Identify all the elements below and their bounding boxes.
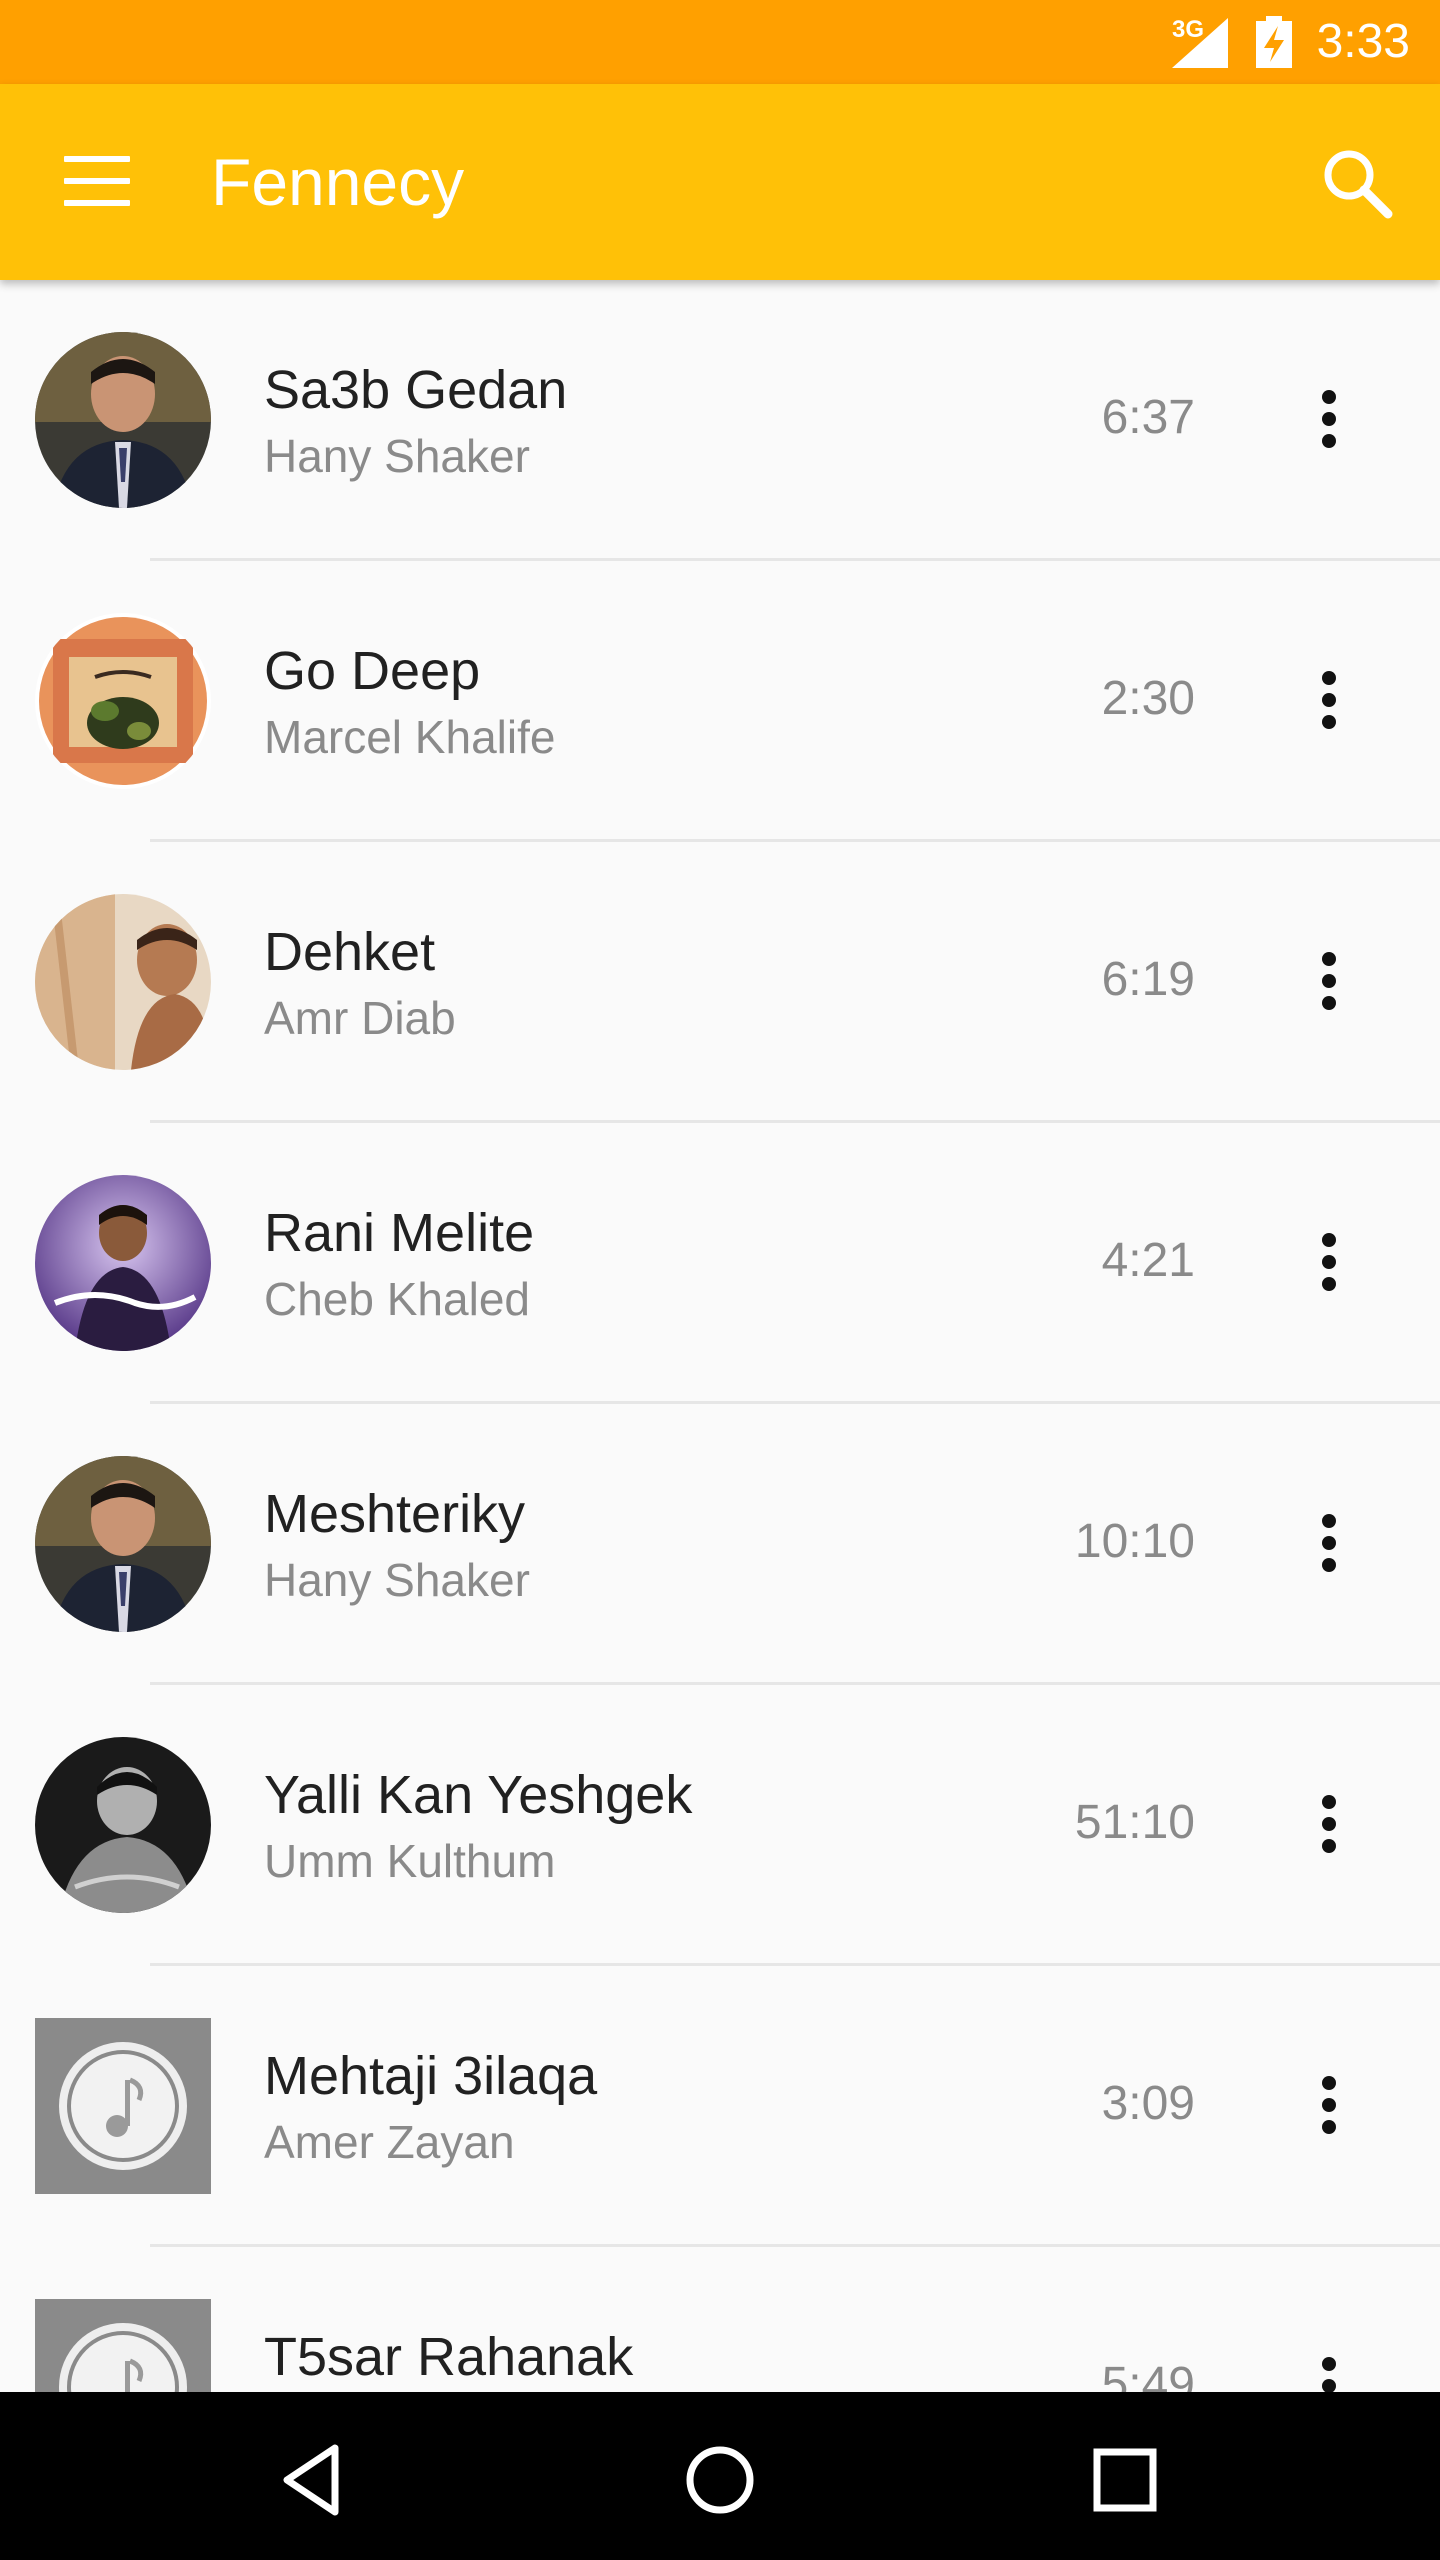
more-options-icon[interactable]: [1298, 2347, 1358, 2392]
signal-icon: [1172, 18, 1228, 68]
song-artist: Amr Diab: [264, 992, 456, 1044]
song-duration: 4:21: [1101, 1234, 1195, 1287]
song-duration: 6:37: [1101, 391, 1195, 444]
song-list-item[interactable]: T5sar Rahanak 5:49: [0, 2247, 1440, 2392]
recents-square-icon[interactable]: [1075, 2430, 1175, 2530]
more-options-icon[interactable]: [1298, 942, 1358, 1022]
song-duration: 51:10: [1074, 1796, 1195, 1849]
more-options-icon[interactable]: [1298, 2066, 1358, 2146]
more-options-icon[interactable]: [1298, 1223, 1358, 1303]
app-bar: Fenneсy: [0, 84, 1440, 280]
more-options-icon[interactable]: [1298, 661, 1358, 741]
hamburger-menu-icon[interactable]: [50, 144, 130, 224]
song-list-item[interactable]: Meshteriky Hany Shaker 10:10: [0, 1404, 1440, 1685]
song-list-item[interactable]: Sa3b Gedan Hany Shaker 6:37: [0, 280, 1440, 561]
status-time: 3:33: [1316, 15, 1410, 68]
song-list-item[interactable]: Mehtaji 3ilaqa Amer Zayan 3:09: [0, 1966, 1440, 2247]
navigation-bar: [0, 2392, 1440, 2560]
album-art-thumbnail: [35, 1737, 211, 1913]
back-triangle-icon[interactable]: [265, 2430, 365, 2530]
song-duration: 5:49: [1101, 2358, 1195, 2392]
song-artist: Amer Zayan: [264, 2116, 515, 2168]
song-title: T5sar Rahanak: [264, 2327, 634, 2387]
album-art-thumbnail: [35, 1175, 211, 1351]
song-duration: 3:09: [1101, 2077, 1195, 2130]
album-art-thumbnail: [35, 894, 211, 1070]
song-artist: Cheb Khaled: [264, 1273, 530, 1325]
song-title: Yalli Kan Yeshgek: [264, 1765, 693, 1825]
song-title: Go Deep: [264, 641, 481, 701]
song-title: Meshteriky: [264, 1484, 526, 1544]
song-title: Dehket: [264, 922, 436, 982]
song-duration: 2:30: [1101, 672, 1195, 725]
song-list-item[interactable]: Go Deep Marcel Khalife 2:30: [0, 561, 1440, 842]
song-duration: 10:10: [1074, 1515, 1195, 1568]
more-options-icon[interactable]: [1298, 1785, 1358, 1865]
music-note-placeholder-icon: [35, 2018, 211, 2194]
search-icon[interactable]: [1316, 142, 1400, 226]
battery-charging-icon: [1256, 16, 1292, 68]
song-list-item[interactable]: Yalli Kan Yeshgek Umm Kulthum 51:10: [0, 1685, 1440, 1966]
more-options-icon[interactable]: [1298, 380, 1358, 460]
album-art-thumbnail: [35, 332, 211, 508]
song-list-item[interactable]: Rani Melite Cheb Khaled 4:21: [0, 1123, 1440, 1404]
song-list: Sa3b Gedan Hany Shaker 6:37 Go Deep Marc…: [0, 280, 1440, 2392]
song-title: Sa3b Gedan: [264, 360, 568, 420]
app-title: Fenneсy: [211, 145, 465, 219]
song-list-item[interactable]: Dehket Amr Diab 6:19: [0, 842, 1440, 1123]
status-bar: 3G 3:33: [0, 0, 1440, 84]
song-title: Mehtaji 3ilaqa: [264, 2046, 598, 2106]
home-circle-icon[interactable]: [670, 2430, 770, 2530]
more-options-icon[interactable]: [1298, 1504, 1358, 1584]
music-note-placeholder-icon: [35, 2299, 211, 2392]
song-artist: Hany Shaker: [264, 1554, 530, 1606]
album-art-thumbnail: [35, 1456, 211, 1632]
album-art-thumbnail: [35, 613, 211, 789]
song-artist: Umm Kulthum: [264, 1835, 556, 1887]
song-artist: Marcel Khalife: [264, 711, 556, 763]
song-artist: Hany Shaker: [264, 430, 530, 482]
song-title: Rani Melite: [264, 1203, 535, 1263]
song-duration: 6:19: [1101, 953, 1195, 1006]
